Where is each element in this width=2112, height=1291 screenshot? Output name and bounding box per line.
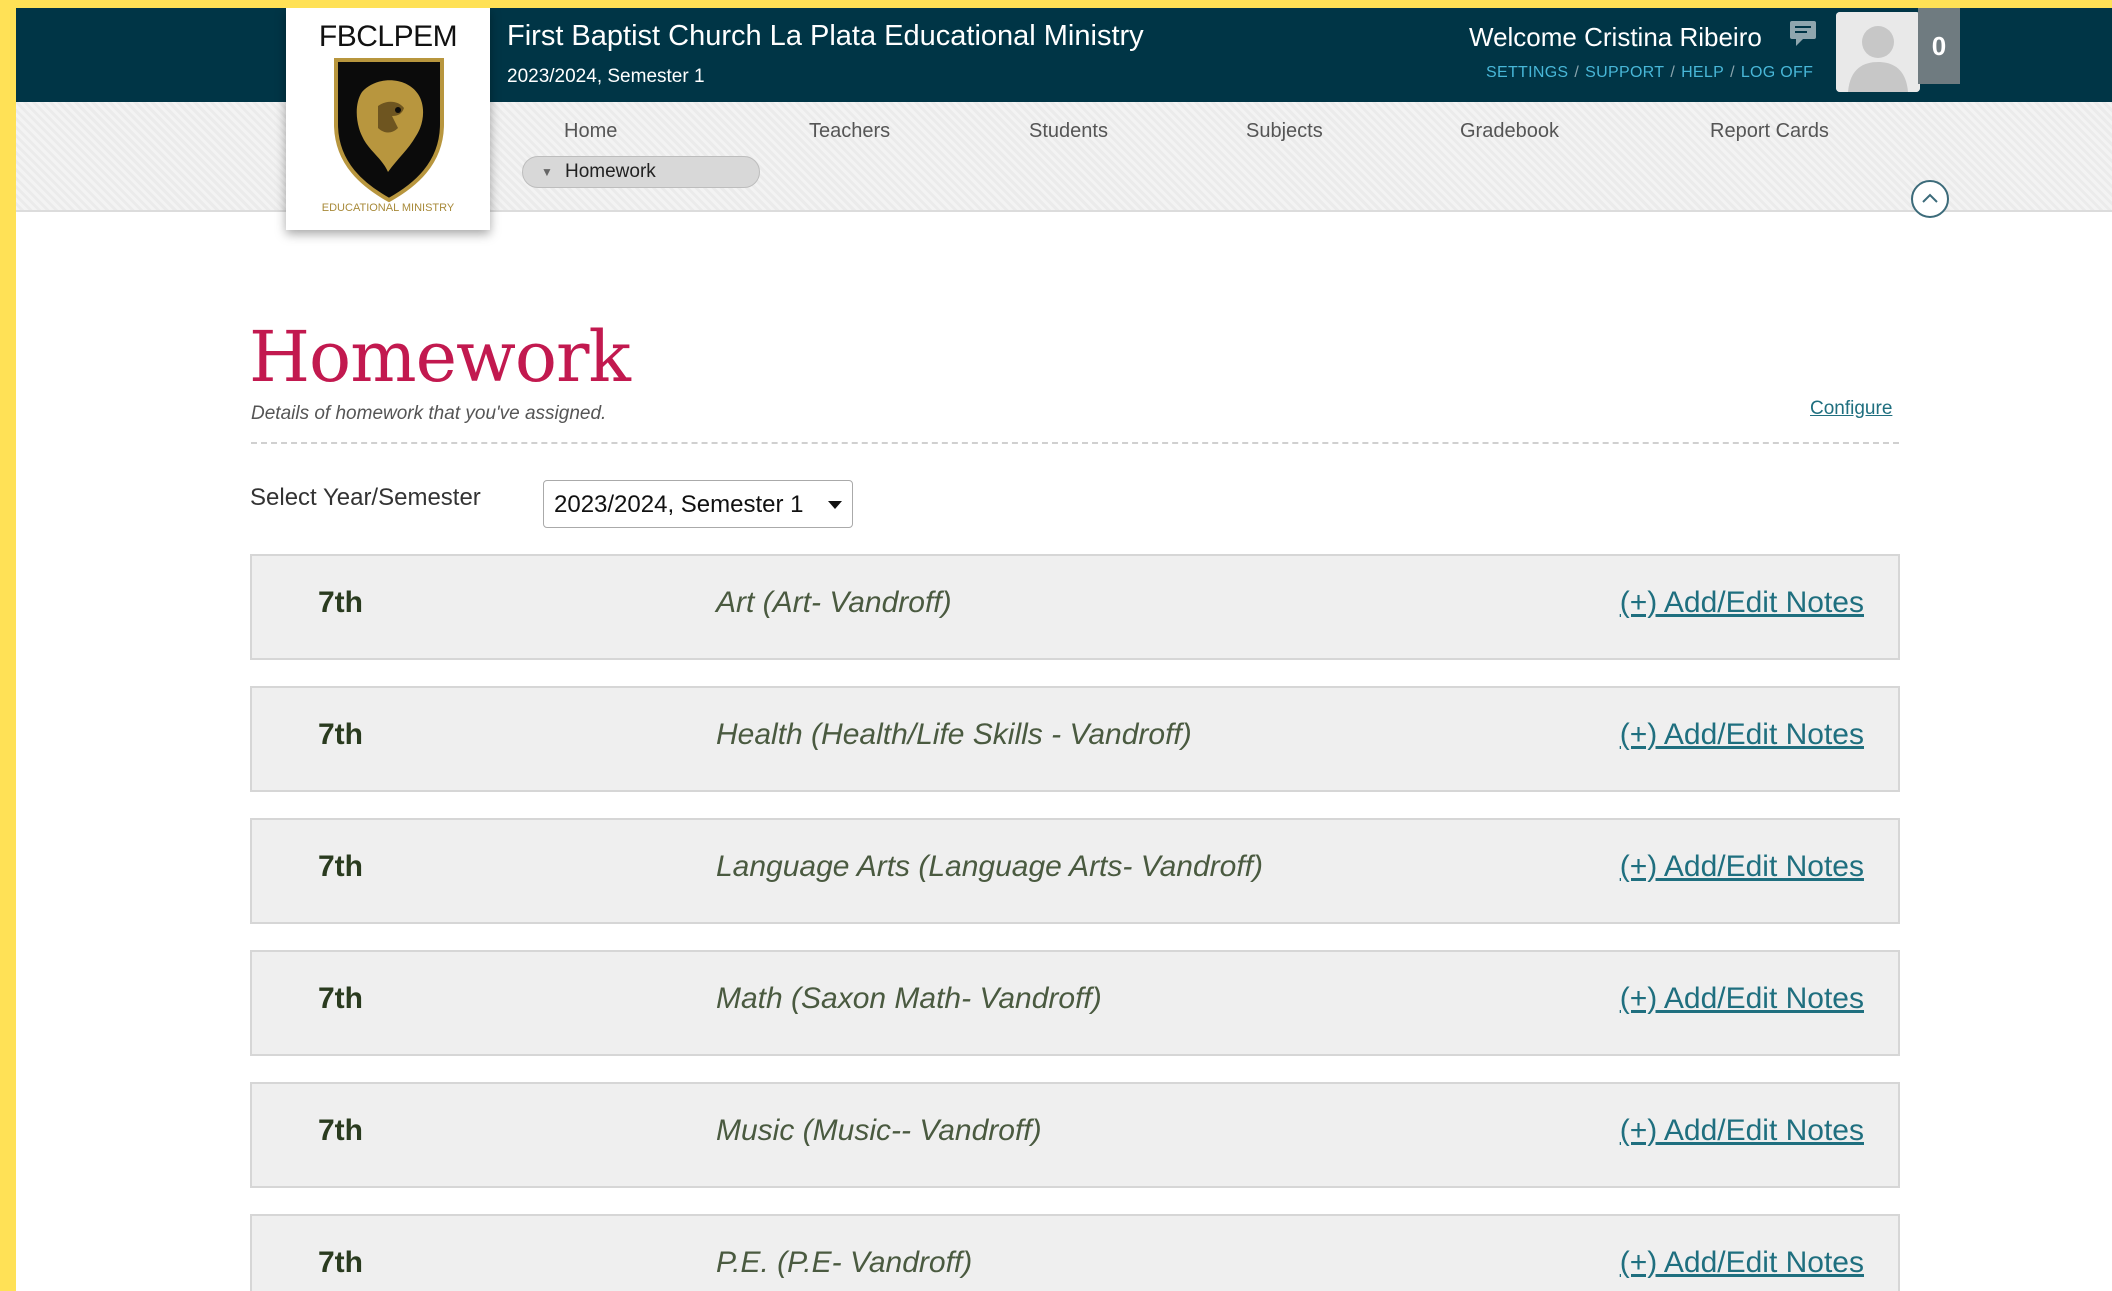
list-item: 7th P.E. (P.E- Vandroff) (+) Add/Edit No… <box>250 1214 1900 1291</box>
grade-label: 7th <box>318 1114 363 1147</box>
list-item: 7th Language Arts (Language Arts- Vandro… <box>250 818 1900 924</box>
current-term: 2023/2024, Semester 1 <box>507 66 705 87</box>
logo-subtitle: EDUCATIONAL MINISTRY <box>321 202 455 214</box>
grade-label: 7th <box>318 982 363 1015</box>
nav-report-cards[interactable]: Report Cards <box>1710 120 1829 143</box>
logo-abbreviation: FBCLPEM <box>318 20 458 53</box>
settings-link[interactable]: SETTINGS <box>1486 64 1568 81</box>
link-separator: / <box>1574 64 1580 81</box>
chevron-up-icon <box>1922 193 1938 203</box>
add-edit-notes-link[interactable]: (+) Add/Edit Notes <box>1620 1246 1864 1280</box>
subnav-homework[interactable]: ▼ Homework <box>522 156 760 188</box>
welcome-message: Welcome Cristina Ribeiro <box>1469 22 1762 52</box>
chat-bubble-icon[interactable] <box>1788 18 1818 48</box>
user-silhouette-icon <box>1836 12 1920 92</box>
link-separator: / <box>1670 64 1676 81</box>
year-semester-value: 2023/2024, Semester 1 <box>554 491 804 518</box>
notification-count-badge[interactable]: 0 <box>1918 8 1960 84</box>
link-separator: / <box>1730 64 1735 81</box>
list-item: 7th Art (Art- Vandroff) (+) Add/Edit Not… <box>250 554 1900 660</box>
year-semester-label: Select Year/Semester <box>250 484 481 511</box>
nav-teachers[interactable]: Teachers <box>809 120 890 143</box>
subject-name: P.E. (P.E- Vandroff) <box>716 1246 973 1279</box>
nav-home[interactable]: Home <box>564 120 617 143</box>
grade-label: 7th <box>318 1246 363 1279</box>
chevron-down-icon: ▼ <box>541 165 553 179</box>
add-edit-notes-link[interactable]: (+) Add/Edit Notes <box>1620 1114 1864 1148</box>
help-link[interactable]: HELP <box>1681 64 1724 81</box>
configure-link[interactable]: Configure <box>1810 398 1892 420</box>
dropdown-arrow-icon <box>828 501 842 509</box>
page-title: Homework <box>249 316 631 398</box>
subject-name: Music (Music-- Vandroff) <box>716 1114 1042 1147</box>
utility-links: SETTINGS / SUPPORT / HELP / LOG OFF <box>1486 64 1813 82</box>
list-item: 7th Health (Health/Life Skills - Vandrof… <box>250 686 1900 792</box>
subject-name: Art (Art- Vandroff) <box>716 586 952 619</box>
subject-name: Math (Saxon Math- Vandroff) <box>716 982 1102 1015</box>
year-semester-select[interactable]: 2023/2024, Semester 1 <box>543 480 853 528</box>
grade-label: 7th <box>318 718 363 751</box>
subject-name: Language Arts (Language Arts- Vandroff) <box>716 850 1264 883</box>
log-off-link[interactable]: LOG OFF <box>1741 64 1813 81</box>
add-edit-notes-link[interactable]: (+) Add/Edit Notes <box>1620 586 1864 620</box>
grade-label: 7th <box>318 850 363 883</box>
subnav-homework-label: Homework <box>565 161 656 182</box>
collapse-header-button[interactable] <box>1911 180 1949 218</box>
homework-list: 7th Art (Art- Vandroff) (+) Add/Edit Not… <box>250 554 1900 1291</box>
subject-name: Health (Health/Life Skills - Vandroff) <box>716 718 1192 751</box>
app-frame: First Baptist Church La Plata Educationa… <box>16 8 2112 1291</box>
nav-subjects[interactable]: Subjects <box>1246 120 1323 143</box>
page-subtitle: Details of homework that you've assigned… <box>251 403 607 424</box>
add-edit-notes-link[interactable]: (+) Add/Edit Notes <box>1620 850 1864 884</box>
section-divider <box>251 442 1899 444</box>
list-item: 7th Music (Music-- Vandroff) (+) Add/Edi… <box>250 1082 1900 1188</box>
organization-name: First Baptist Church La Plata Educationa… <box>507 20 1144 52</box>
add-edit-notes-link[interactable]: (+) Add/Edit Notes <box>1620 982 1864 1016</box>
school-logo[interactable]: FBCLPEM EDUCATIONAL MINISTRY <box>286 8 490 230</box>
avatar[interactable] <box>1836 12 1920 92</box>
nav-students[interactable]: Students <box>1029 120 1108 143</box>
grade-label: 7th <box>318 586 363 619</box>
add-edit-notes-link[interactable]: (+) Add/Edit Notes <box>1620 718 1864 752</box>
lion-shield-icon <box>334 58 444 203</box>
list-item: 7th Math (Saxon Math- Vandroff) (+) Add/… <box>250 950 1900 1056</box>
nav-gradebook[interactable]: Gradebook <box>1460 120 1559 143</box>
support-link[interactable]: SUPPORT <box>1585 64 1664 81</box>
